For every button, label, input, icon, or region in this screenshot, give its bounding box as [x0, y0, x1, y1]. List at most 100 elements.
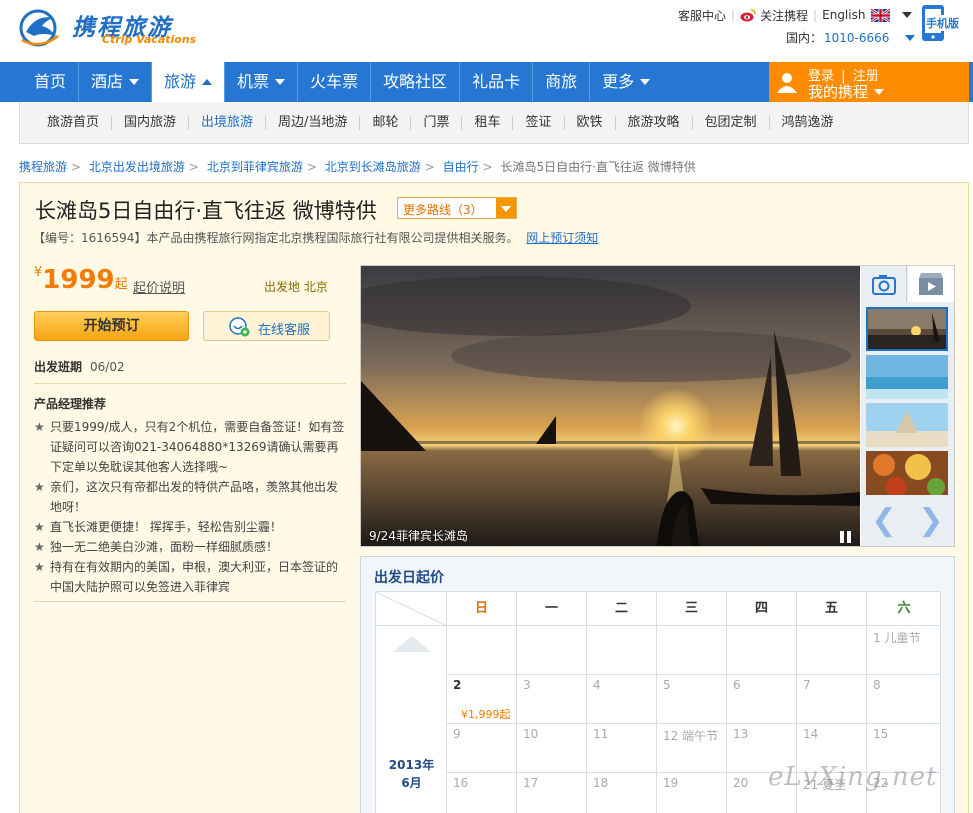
service-center-link[interactable]: 客服中心 — [678, 7, 726, 24]
calendar-day-cell: 18 — [587, 773, 657, 813]
next-arrow-icon[interactable]: ❯ — [916, 506, 946, 538]
nav-label: 酒店 — [91, 72, 124, 91]
weibo-icon[interactable] — [740, 8, 756, 22]
calendar-day-number: 2 — [453, 678, 462, 692]
subnav-item[interactable]: 鸿鹄逸游 — [770, 116, 846, 130]
chevron-down-icon — [874, 88, 885, 95]
calendar-day-cell — [657, 626, 727, 675]
nav-flights[interactable]: 机票 — [225, 62, 299, 102]
calendar-day-cell: 16 — [447, 773, 517, 813]
photo-tab[interactable] — [861, 266, 907, 302]
calendar-corner — [376, 592, 447, 626]
thumbnail-sea[interactable] — [866, 355, 948, 399]
nav-more[interactable]: 更多 — [590, 62, 662, 102]
breadcrumb-link[interactable]: 携程旅游 — [19, 160, 67, 174]
mobile-app-link[interactable]: 手机版 — [921, 4, 969, 42]
nav-home[interactable]: 首页 — [22, 62, 80, 102]
main-photo[interactable]: 9/24菲律宾长滩岛 — [361, 266, 860, 546]
calendar-day-cell: 10 — [517, 724, 587, 773]
subnav-item[interactable]: 包团定制 — [693, 116, 770, 130]
calendar-day-number: 5 — [663, 678, 671, 692]
booking-notice-link[interactable]: 网上预订须知 — [526, 231, 598, 245]
subnav-item[interactable]: 周边/当地游 — [266, 116, 361, 130]
subnav-item-outbound[interactable]: 出境旅游 — [189, 116, 267, 130]
video-tab[interactable] — [908, 266, 954, 302]
month-text: 6月 — [401, 776, 422, 790]
prev-month-icon[interactable] — [393, 636, 431, 652]
recommend-item: ★ 直飞长滩更便捷！ 挥挥手，轻松告别尘霾！ — [34, 517, 346, 537]
product-panel: 长滩岛5日自由行·直飞往返 微博特供 更多路线（3） 【编号：1616594】本… — [19, 182, 969, 813]
price: ¥1999起 — [34, 265, 128, 295]
calendar-day-number: 4 — [593, 678, 601, 692]
my-ctrip-dropdown[interactable]: 我的携程 — [808, 81, 885, 102]
subnav-item[interactable]: 租车 — [462, 116, 514, 130]
weekday-header: 一 — [517, 592, 587, 626]
chevron-down-icon — [640, 79, 651, 85]
nav-label: 更多 — [602, 72, 635, 91]
calendar-day-number: 16 — [453, 776, 469, 790]
dates-value: 06/02 — [90, 360, 125, 374]
nav-guides[interactable]: 攻略社区 — [371, 62, 461, 102]
chevron-down-icon[interactable] — [902, 12, 913, 18]
breadcrumb-link[interactable]: 自由行 — [443, 160, 479, 174]
calendar-day-number: 18 — [593, 776, 609, 790]
subnav-item[interactable]: 旅游攻略 — [616, 116, 693, 130]
chevron-down-icon — [501, 206, 511, 212]
breadcrumb-sep: > — [71, 160, 82, 174]
subnav-item[interactable]: 签证 — [513, 116, 565, 130]
breadcrumb-link[interactable]: 北京出发出境旅游 — [89, 160, 185, 174]
subnav-item[interactable]: 邮轮 — [360, 116, 412, 130]
nav-business[interactable]: 商旅 — [533, 62, 591, 102]
thumbnail-image — [866, 451, 948, 495]
nav-giftcard[interactable]: 礼品卡 — [460, 62, 534, 102]
nav-travel[interactable]: 旅游 — [152, 62, 226, 102]
more-routes-dropdown[interactable]: 更多路线（3） — [397, 197, 517, 219]
product-info: 【编号：1616594】本产品由携程旅行网指定北京携程国际旅行社有限公司提供相关… — [33, 229, 598, 246]
calendar-title: 出发日起价 — [374, 570, 444, 586]
page: { "header": { "logo_cn": "携程旅游", "logo_e… — [0, 0, 973, 813]
breadcrumb: 携程旅游 > 北京出发出境旅游 > 北京到菲律宾旅游 > 北京到长滩岛旅游 > 自由行 >… — [19, 158, 696, 175]
hotline-number: 1010-6666 — [824, 30, 890, 45]
photo-gallery: 9/24菲律宾长滩岛 ❮ ❯ — [360, 265, 955, 547]
thumbnail-sandcastle[interactable] — [866, 403, 948, 447]
calendar-day-cell — [517, 626, 587, 675]
subnav-item[interactable]: 国内旅游 — [112, 116, 190, 130]
weekday-header: 五 — [797, 592, 867, 626]
start-booking-button[interactable]: 开始预订 — [34, 311, 189, 341]
weekday-header: 日 — [447, 592, 517, 626]
follow-ctrip-link[interactable]: 关注携程 — [760, 7, 808, 24]
my-ctrip-label: 我的携程 — [808, 83, 869, 101]
depart-label: 出发地 — [264, 280, 301, 294]
english-link[interactable]: English — [822, 8, 865, 22]
breadcrumb-link[interactable]: 北京到菲律宾旅游 — [207, 160, 303, 174]
nav-hotel[interactable]: 酒店 — [79, 62, 153, 102]
star-icon: ★ — [34, 560, 45, 574]
breadcrumb-link[interactable]: 北京到长滩岛旅游 — [325, 160, 421, 174]
user-icon — [777, 73, 797, 93]
thumbnail-sunset[interactable] — [866, 307, 948, 351]
calendar-day-cell[interactable]: 2 ¥1,999起 — [447, 675, 517, 724]
calendar-day-cell: 4 — [587, 675, 657, 724]
subnav-item[interactable]: 门票 — [411, 116, 463, 130]
calendar-day-cell — [447, 626, 517, 675]
recommend-item: ★ 只要1999/成人，只有2个机位，需要自备签证！如有签证疑问可以咨询021-3… — [34, 417, 346, 477]
main-nav-items: 首页 酒店 旅游 机票 火车票 攻略社区 礼品卡 商旅 更多 — [22, 62, 662, 102]
nav-train[interactable]: 火车票 — [298, 62, 372, 102]
breadcrumb-current: 长滩岛5日自由行·直飞往返 微博特供 — [500, 160, 696, 174]
ctrip-logo[interactable]: 携程旅游 Ctrip Vacations — [16, 4, 226, 54]
online-service-button[interactable]: 在线客服 — [203, 311, 330, 341]
chevron-down-icon — [275, 79, 286, 85]
calendar-day-number: 12 端午节 — [663, 729, 719, 743]
weekday-header: 二 — [587, 592, 657, 626]
pause-icon[interactable] — [840, 528, 854, 543]
thumbnail-food[interactable] — [866, 451, 948, 495]
subnav-item[interactable]: 旅游首页 — [35, 116, 113, 130]
nav-label: 商旅 — [545, 72, 578, 91]
subnav-item[interactable]: 欧铁 — [565, 116, 616, 130]
prev-arrow-icon[interactable]: ❮ — [869, 506, 899, 538]
chevron-down-icon[interactable] — [905, 34, 916, 41]
star-icon: ★ — [34, 420, 45, 434]
thumbnail-image — [868, 309, 946, 349]
price-note-link[interactable]: 起价说明 — [133, 277, 185, 296]
hotline: 国内： 1010-6666 — [786, 29, 916, 46]
